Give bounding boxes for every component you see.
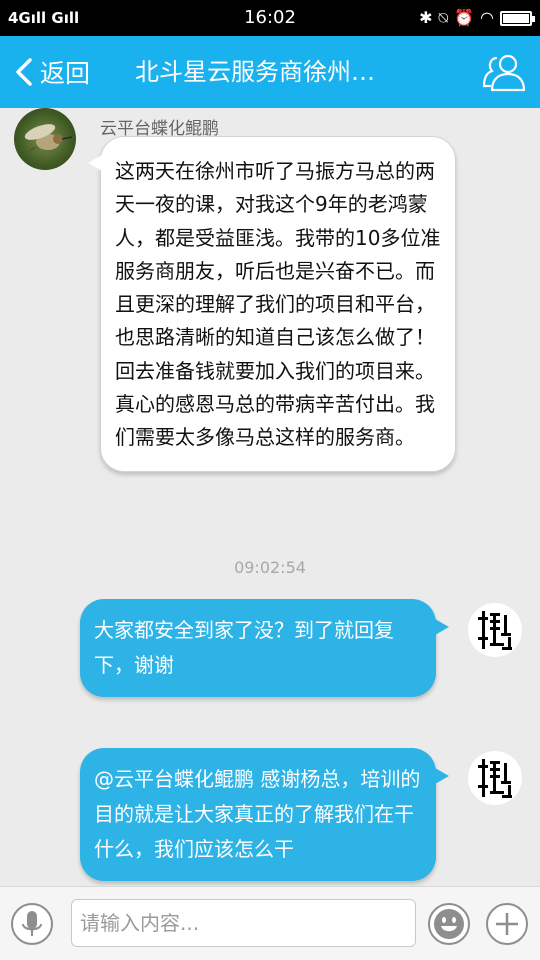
chat-area[interactable]: 云平台蝶化鲲鹏 这两天在徐州市听了马振方马总的两天一夜的课，对我这个9年的老鸿蒙… (0, 108, 540, 886)
status-icons: ✱ ⍉ ⏰ ◠ (419, 6, 535, 30)
message-input[interactable] (71, 899, 416, 947)
message-timestamp: 09:02:54 (234, 558, 306, 577)
back-label: 返回 (40, 59, 91, 88)
my-avatar[interactable] (468, 751, 522, 805)
status-bar: 4Gıll Gıll 16:02 ✱ ⍉ ⏰ ◠ (0, 0, 540, 36)
seal-avatar-icon (478, 611, 512, 650)
wifi-icon: ◠ (480, 8, 494, 27)
outgoing-message-bubble[interactable]: 大家都安全到家了没？到了就回复下，谢谢 (80, 599, 449, 697)
bluetooth-icon: ✱ (419, 8, 433, 27)
smiley-icon (434, 909, 464, 939)
mute-icon: ⍉ (438, 8, 449, 27)
alarm-icon: ⏰ (454, 8, 475, 27)
outgoing-message-bubble[interactable]: @云平台蝶化鲲鹏 感谢杨总，培训的目的就是让大家真正的了解我们在干什么，我们应该… (80, 748, 449, 881)
microphone-icon (22, 911, 42, 936)
voice-button[interactable] (11, 903, 53, 945)
battery-icon (500, 10, 535, 26)
my-avatar[interactable] (468, 603, 522, 657)
chat-title: 北斗星云服务商徐州… (135, 58, 375, 86)
more-button[interactable] (486, 903, 528, 945)
plus-icon (496, 913, 518, 935)
group-members-icon[interactable] (482, 52, 526, 92)
back-button[interactable]: 返回 (14, 36, 90, 108)
input-bar (0, 886, 540, 960)
title-bar: 返回 北斗星云服务商徐州… (0, 36, 540, 108)
seal-avatar-icon (478, 759, 512, 798)
emoji-button[interactable] (428, 903, 470, 945)
sender-avatar[interactable] (14, 108, 76, 170)
hummingbird-icon (24, 124, 73, 154)
incoming-message-bubble[interactable]: 这两天在徐州市听了马振方马总的两天一夜的课，对我这个9年的老鸿蒙人，都是受益匪浅… (88, 136, 456, 472)
chevron-left-icon (16, 58, 32, 86)
